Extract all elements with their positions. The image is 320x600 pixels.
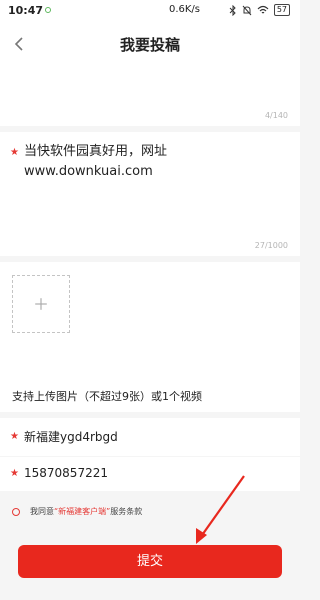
title-field[interactable]: 4/140 [0,66,300,126]
required-star-icon: ★ [10,468,19,479]
submit-button[interactable]: 提交 [18,545,282,578]
nav-bar: 我要投稿 [0,22,300,66]
content-text[interactable]: 当快软件园真好用，网址www.downkuai.com [24,142,290,182]
required-star-icon: ★ [10,147,19,158]
agreement-prefix: 我同意 [30,507,54,516]
wifi-icon [257,5,269,14]
name-field-row: ★ [0,418,300,456]
network-speed: 0.6K/s [168,4,200,15]
notification-dot-icon [45,7,51,13]
status-time: 10:47 [8,4,44,17]
agreement-suffix: 服务条款 [110,507,143,516]
phone-field-row: ★ [0,457,300,491]
upload-section: 支持上传图片（不超过9张）或1个视频 [0,262,300,412]
required-star-icon: ★ [10,431,19,442]
page-title: 我要投稿 [119,36,180,54]
name-input[interactable] [24,426,284,446]
status-bar: 10:47 0.6K/s 57 [0,0,300,22]
phone-input[interactable] [24,463,284,483]
upload-media-button[interactable] [12,275,70,333]
mute-bell-icon [242,5,252,15]
agree-radio[interactable] [12,507,20,516]
upload-hint: 支持上传图片（不超过9张）或1个视频 [12,390,202,403]
battery-icon: 57 [273,4,290,16]
agreement: 我同意 “新福建客户端” 服务条款 [12,506,142,517]
status-icons: 57 [229,4,290,16]
content-field[interactable]: ★ 当快软件园真好用，网址www.downkuai.com 27/1000 [0,132,300,256]
content-char-counter: 27/1000 [254,241,288,250]
bluetooth-icon [229,4,236,16]
title-char-counter: 4/140 [264,111,288,120]
plus-icon [35,298,47,310]
terms-link[interactable]: “新福建客户端” [54,506,110,517]
